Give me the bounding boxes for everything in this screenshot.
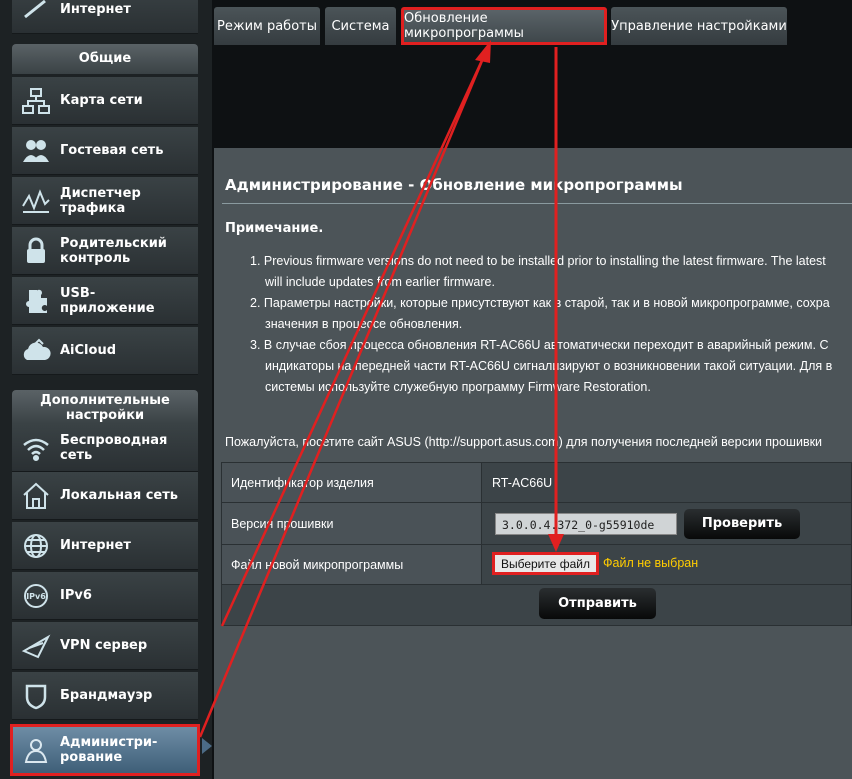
note-header: Примечание. <box>225 221 324 236</box>
sidebar-item-label: AiCloud <box>60 343 117 358</box>
submit-button[interactable]: Отправить <box>539 588 656 619</box>
sidebar-item-internet[interactable]: Интернет <box>12 522 198 570</box>
firmware-table: Идентификатор изделия RT-AC66U Версия пр… <box>221 462 852 626</box>
sidebar-item-aicloud[interactable]: AiCloud <box>12 327 198 375</box>
choose-file-button[interactable]: Выберите файл <box>492 552 599 575</box>
sidebar-item-label: Беспроводная сеть <box>60 432 168 463</box>
sidebar: Интернет Общие Карта сети Гостевая сеть … <box>0 0 212 779</box>
active-item-highlight <box>10 724 200 776</box>
sidebar-item-vpn[interactable]: VPN сервер <box>12 622 198 670</box>
general-header: Общие <box>12 44 198 74</box>
usb-app-icon <box>18 283 54 319</box>
new-fw-label: Файл новой микропрограммы <box>222 545 482 584</box>
sidebar-item-internet-top[interactable]: Интернет <box>12 0 198 34</box>
sidebar-item-label: IPv6 <box>60 588 92 603</box>
sidebar-item-label: Локальная сеть <box>60 488 178 503</box>
tab-settings-management[interactable]: Управление настройками <box>611 7 787 45</box>
sidebar-item-usb-app[interactable]: USB-приложение <box>12 277 198 325</box>
tab-system[interactable]: Система <box>325 7 396 45</box>
product-id-label: Идентификатор изделия <box>222 463 482 502</box>
table-row: Идентификатор изделия RT-AC66U <box>222 463 851 503</box>
lan-icon <box>18 478 54 514</box>
tab-operation-mode[interactable]: Режим работы <box>214 7 320 45</box>
sidebar-item-firewall[interactable]: Брандмауэр <box>12 672 198 720</box>
sidebar-item-label: USB-приложение <box>60 285 155 316</box>
note-2-line-2: значения в процессе обновления. <box>265 317 463 331</box>
note-1-line-2: will include updates from earlier firmwa… <box>265 275 495 289</box>
no-file-status: Файл не выбран <box>603 556 699 570</box>
sidebar-item-label: Брандмауэр <box>60 688 153 703</box>
aicloud-icon <box>18 333 54 369</box>
sidebar-item-wireless[interactable]: Беспроводная сеть <box>12 424 198 472</box>
traffic-manager-icon <box>18 183 54 219</box>
note-1-line-1: 1. Previous firmware versions do not nee… <box>250 254 826 268</box>
network-map-icon <box>18 83 54 119</box>
sidebar-item-traffic-manager[interactable]: Диспетчер трафика <box>12 177 198 225</box>
ipv6-icon: IPv6 <box>18 578 54 614</box>
shield-icon <box>18 678 54 714</box>
advanced-header: Дополнительные настройки <box>12 390 198 424</box>
guest-network-icon <box>18 133 54 169</box>
tab-firmware-upgrade[interactable]: Обновление микропрограммы <box>401 7 607 45</box>
sidebar-item-network-map[interactable]: Карта сети <box>12 77 198 125</box>
check-button[interactable]: Проверить <box>684 508 800 539</box>
sidebar-item-parental-control[interactable]: Родительский контроль <box>12 227 198 275</box>
page-title: Администрирование - Обновление микропрог… <box>225 176 683 194</box>
internet-icon <box>18 0 54 28</box>
wireless-icon <box>18 430 54 466</box>
fw-version-field: 3.0.0.4.372_0-g55910de <box>495 512 677 535</box>
sidebar-item-label: Родительский контроль <box>60 235 167 266</box>
vpn-icon <box>18 628 54 664</box>
sidebar-item-ipv6[interactable]: IPv6 IPv6 <box>12 572 198 620</box>
active-pointer <box>202 738 212 754</box>
sidebar-item-label: Гостевая сеть <box>60 143 164 158</box>
sidebar-item-lan[interactable]: Локальная сеть <box>12 472 198 520</box>
svg-text:IPv6: IPv6 <box>26 592 46 601</box>
parental-control-icon <box>18 233 54 269</box>
note-3-line-1: 3. В случае сбоя процесса обновления RT-… <box>250 338 829 352</box>
sidebar-item-label: VPN сервер <box>60 638 148 653</box>
support-link-text: Пожалуйста, посетите сайт ASUS (http://s… <box>225 435 823 449</box>
fw-version-label: Версия прошивки <box>222 503 482 544</box>
sidebar-item-guest-network[interactable]: Гостевая сеть <box>12 127 198 175</box>
title-divider <box>222 203 852 204</box>
product-id-value: RT-AC66U <box>492 475 553 490</box>
fw-version-cell: 3.0.0.4.372_0-g55910de Проверить <box>492 503 800 544</box>
sidebar-item-label: Интернет <box>60 2 131 17</box>
note-3-line-2: индикаторы на передней части RT-AC66U си… <box>265 359 833 373</box>
sidebar-item-label: Диспетчер трафика <box>60 185 141 216</box>
sidebar-item-label: Карта сети <box>60 93 143 108</box>
sidebar-item-label: Интернет <box>60 538 131 553</box>
globe-icon <box>18 528 54 564</box>
note-3-line-3: системы используйте служебную программу … <box>265 380 651 394</box>
note-2-line-1: 2. Параметры настройки, которые присутст… <box>250 296 830 310</box>
table-row: Версия прошивки 3.0.0.4.372_0-g55910de П… <box>222 503 851 545</box>
